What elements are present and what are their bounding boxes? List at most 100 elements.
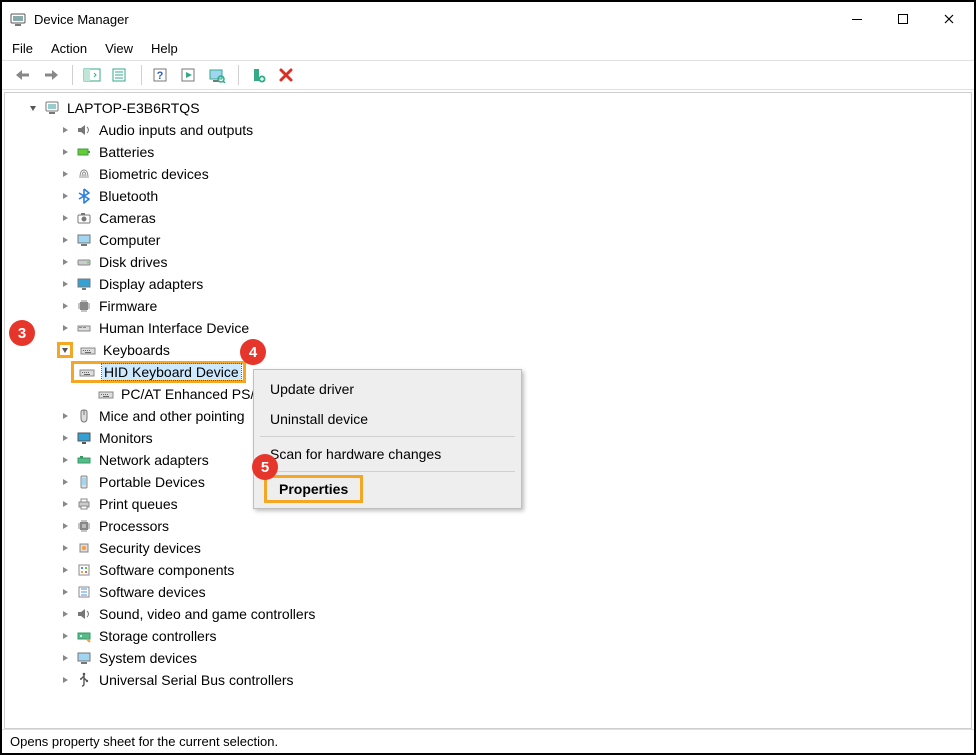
category-label: System devices — [99, 650, 197, 666]
expand-icon[interactable] — [57, 257, 73, 267]
expand-icon[interactable] — [57, 169, 73, 179]
menu-separator — [260, 436, 515, 437]
category-security[interactable]: Security devices — [5, 537, 971, 559]
menu-action[interactable]: Action — [51, 41, 87, 56]
menu-scan-hardware[interactable]: Scan for hardware changes — [254, 439, 521, 469]
category-sound-video-game[interactable]: Sound, video and game controllers — [5, 603, 971, 625]
category-hid[interactable]: Human Interface Device — [5, 317, 971, 339]
disk-icon — [75, 253, 93, 271]
category-label: Audio inputs and outputs — [99, 122, 253, 138]
tree-root-label: LAPTOP-E3B6RTQS — [67, 100, 200, 116]
category-disk-drives[interactable]: Disk drives — [5, 251, 971, 273]
action-button[interactable] — [176, 63, 202, 87]
expand-icon[interactable] — [57, 499, 73, 509]
category-display-adapters[interactable]: Display adapters — [5, 273, 971, 295]
keyboard-icon — [97, 385, 115, 403]
expand-icon[interactable] — [57, 455, 73, 465]
category-label: Firmware — [99, 298, 157, 314]
back-button[interactable] — [10, 63, 36, 87]
help-button[interactable]: ? — [148, 63, 174, 87]
category-label: Mice and other pointing — [99, 408, 245, 424]
category-audio[interactable]: Audio inputs and outputs — [5, 119, 971, 141]
device-manager-icon — [10, 11, 26, 27]
expand-icon[interactable] — [57, 411, 73, 421]
menu-file[interactable]: File — [12, 41, 33, 56]
expand-icon[interactable] — [57, 631, 73, 641]
maximize-button[interactable] — [880, 3, 926, 35]
scan-hardware-button[interactable] — [204, 63, 230, 87]
category-processors[interactable]: Processors — [5, 515, 971, 537]
expand-icon[interactable] — [57, 565, 73, 575]
system-icon — [75, 649, 93, 667]
expand-icon[interactable] — [57, 477, 73, 487]
category-label: Cameras — [99, 210, 156, 226]
category-label: Print queues — [99, 496, 178, 512]
category-label: Monitors — [99, 430, 153, 446]
pc-icon — [43, 99, 61, 117]
category-label: Processors — [99, 518, 169, 534]
expand-icon[interactable] — [57, 675, 73, 685]
category-cameras[interactable]: Cameras — [5, 207, 971, 229]
category-software-devices[interactable]: Software devices — [5, 581, 971, 603]
expand-icon-keyboards[interactable] — [57, 342, 73, 358]
category-label: Human Interface Device — [99, 320, 249, 336]
category-firmware[interactable]: Firmware — [5, 295, 971, 317]
svg-text:?: ? — [157, 70, 164, 82]
expand-icon[interactable] — [57, 191, 73, 201]
category-label: Disk drives — [99, 254, 167, 270]
expand-icon[interactable] — [57, 147, 73, 157]
expand-icon[interactable] — [57, 543, 73, 553]
hid-icon — [75, 319, 93, 337]
expand-icon[interactable] — [57, 653, 73, 663]
expand-icon[interactable] — [57, 323, 73, 333]
minimize-button[interactable] — [834, 3, 880, 35]
category-label: Keyboards — [103, 342, 170, 358]
annotation-badge-3: 3 — [9, 320, 35, 346]
category-label: Biometric devices — [99, 166, 209, 182]
menu-update-driver[interactable]: Update driver — [254, 374, 521, 404]
expand-icon[interactable] — [57, 521, 73, 531]
add-legacy-hardware-button[interactable] — [245, 63, 271, 87]
expand-icon[interactable] — [57, 279, 73, 289]
software-icon — [75, 561, 93, 579]
category-biometric[interactable]: Biometric devices — [5, 163, 971, 185]
expand-icon[interactable] — [25, 103, 41, 113]
forward-button[interactable] — [38, 63, 64, 87]
menu-properties[interactable]: Properties — [254, 474, 521, 504]
category-storage[interactable]: Storage controllers — [5, 625, 971, 647]
tree-root[interactable]: LAPTOP-E3B6RTQS — [5, 97, 971, 119]
export-list-button[interactable] — [107, 63, 133, 87]
close-button[interactable] — [926, 3, 972, 35]
expand-icon[interactable] — [57, 235, 73, 245]
computer-icon — [75, 231, 93, 249]
show-hide-console-tree-button[interactable] — [79, 63, 105, 87]
category-system[interactable]: System devices — [5, 647, 971, 669]
status-text: Opens property sheet for the current sel… — [10, 734, 278, 749]
toolbar: ? — [2, 60, 974, 90]
category-label: Portable Devices — [99, 474, 205, 490]
expand-icon[interactable] — [57, 301, 73, 311]
menu-view[interactable]: View — [105, 41, 133, 56]
category-bluetooth[interactable]: Bluetooth — [5, 185, 971, 207]
device-label: HID Keyboard Device — [102, 364, 241, 380]
chip-icon — [75, 297, 93, 315]
expand-icon[interactable] — [57, 125, 73, 135]
expand-icon[interactable] — [57, 609, 73, 619]
monitor-icon — [75, 429, 93, 447]
expand-icon[interactable] — [57, 587, 73, 597]
category-keyboards[interactable]: Keyboards — [5, 339, 971, 361]
security-icon — [75, 539, 93, 557]
device-tree[interactable]: LAPTOP-E3B6RTQS Audio inputs and outputs… — [4, 92, 972, 729]
menu-help[interactable]: Help — [151, 41, 178, 56]
uninstall-device-button[interactable] — [273, 63, 299, 87]
category-usb[interactable]: Universal Serial Bus controllers — [5, 669, 971, 691]
category-software-components[interactable]: Software components — [5, 559, 971, 581]
menu-uninstall-device[interactable]: Uninstall device — [254, 404, 521, 434]
category-batteries[interactable]: Batteries — [5, 141, 971, 163]
category-label: Network adapters — [99, 452, 209, 468]
expand-icon[interactable] — [57, 433, 73, 443]
expand-icon[interactable] — [57, 213, 73, 223]
mouse-icon — [75, 407, 93, 425]
category-computer[interactable]: Computer — [5, 229, 971, 251]
category-label: Universal Serial Bus controllers — [99, 672, 294, 688]
